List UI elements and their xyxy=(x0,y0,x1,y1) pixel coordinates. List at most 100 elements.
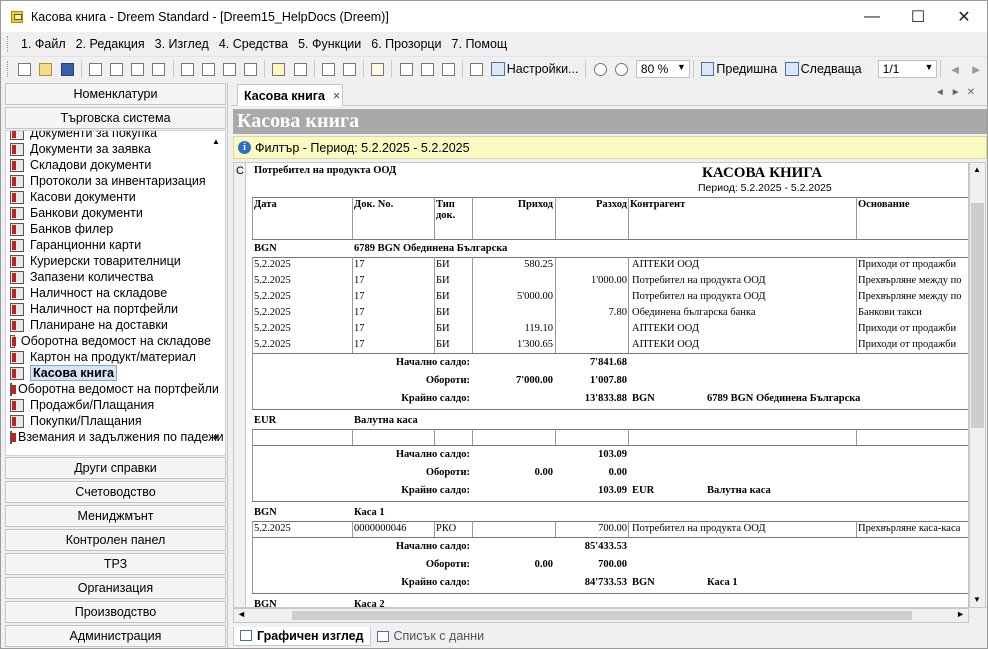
settings-icon[interactable] xyxy=(491,62,505,76)
tab-nav-icon[interactable]: ◄►✕ xyxy=(935,87,981,98)
tab-graphic-view[interactable]: Графичен изглед xyxy=(233,626,371,646)
title-bar[interactable]: Касова книга - Dreem Standard - [Dreem15… xyxy=(1,1,987,32)
sidebar-item[interactable]: Банков филер xyxy=(6,221,211,237)
group-name: Каса 2 xyxy=(354,599,385,608)
sidebar-item[interactable]: Вземания и задължения по падежи xyxy=(6,429,224,445)
report-icon xyxy=(10,270,24,284)
columns-icon[interactable] xyxy=(440,60,457,78)
back-arrow-icon[interactable]: ◄ xyxy=(946,60,963,78)
scroll-up-icon[interactable]: ▲ xyxy=(212,137,220,146)
sidebar-group-accounting[interactable]: Счетоводство xyxy=(5,481,226,503)
scroll-up-icon[interactable]: ▲ xyxy=(973,165,981,174)
sidebar-group-trade-system[interactable]: Търговска система xyxy=(5,107,226,129)
sidebar-item[interactable]: Картон на продукт/материал xyxy=(6,349,211,365)
upload-icon[interactable] xyxy=(242,60,259,78)
help-icon[interactable] xyxy=(369,60,386,78)
sidebar-group-production[interactable]: Производство xyxy=(5,601,226,623)
group-name: Каса 1 xyxy=(354,507,385,518)
sidebar-group-administration[interactable]: Администрация xyxy=(5,625,226,647)
sidebar-item[interactable]: Оборотна ведомост на портфейли xyxy=(6,381,219,397)
report-vertical-scrollbar[interactable]: ▲ ▼ xyxy=(969,162,986,608)
scroll-down-icon[interactable]: ▼ xyxy=(212,433,220,442)
menu-edit[interactable]: 2. Редакция xyxy=(71,37,150,51)
toolbar-separator xyxy=(462,60,464,78)
sidebar-item[interactable]: Документи за покупка xyxy=(6,131,211,141)
sidebar-item-label: Банков филер xyxy=(30,222,114,236)
sidebar-item[interactable]: Наличност на портфейли xyxy=(6,301,211,317)
sidebar-item[interactable]: Планиране на доставки xyxy=(6,317,211,333)
menu-file[interactable]: 1. Файл xyxy=(16,37,71,51)
sidebar-group-payroll[interactable]: ТРЗ xyxy=(5,553,226,575)
minimize-button[interactable]: — xyxy=(849,1,895,32)
sidebar-group-control-panel[interactable]: Контролен панел xyxy=(5,529,226,551)
scroll-left-icon[interactable]: ◄ xyxy=(237,609,246,619)
tab-cash-book[interactable]: Касова книга × xyxy=(237,84,343,106)
close-tab-icon[interactable]: × xyxy=(333,89,340,103)
sidebar-group-nomenclatures[interactable]: Номенклатури xyxy=(5,83,226,105)
sidebar-item[interactable]: Документи за заявка xyxy=(6,141,211,157)
maximize-button[interactable]: ☐ xyxy=(895,1,941,32)
settings-button[interactable]: Настройки... xyxy=(507,62,579,76)
sidebar-item[interactable]: Протоколи за инвентаризация xyxy=(6,173,211,189)
menu-help[interactable]: 7. Помощ xyxy=(447,37,513,51)
sidebar-group-management[interactable]: Мениджмънт xyxy=(5,505,226,527)
prev-page-icon[interactable] xyxy=(700,62,715,76)
zoom-out-icon[interactable] xyxy=(613,60,630,78)
next-page-button[interactable]: Следваща xyxy=(801,62,862,76)
sidebar-item[interactable]: Складови документи xyxy=(6,157,211,173)
menu-view[interactable]: 3. Изглед xyxy=(150,37,214,51)
copy-icon[interactable] xyxy=(108,60,125,78)
next-page-icon[interactable] xyxy=(785,62,799,76)
sidebar-item[interactable]: Запазени количества xyxy=(6,269,211,285)
tree-icon[interactable] xyxy=(292,60,309,78)
sidebar-item[interactable]: Банкови документи xyxy=(6,205,211,221)
tab-data-list[interactable]: Списък с данни xyxy=(371,627,491,646)
print-icon[interactable] xyxy=(178,60,195,78)
forward-arrow-icon[interactable]: ► xyxy=(968,60,985,78)
layout-icon[interactable] xyxy=(397,60,414,78)
export-icon[interactable] xyxy=(221,60,238,78)
scroll-thumb[interactable] xyxy=(292,611,912,620)
new-icon[interactable] xyxy=(16,60,33,78)
sidebar-item[interactable]: Продажби/Плащания xyxy=(6,397,211,413)
scroll-right-icon[interactable]: ► xyxy=(956,609,965,619)
row-reason: Приходи от продажби xyxy=(858,259,957,270)
scroll-thumb[interactable] xyxy=(971,203,984,428)
row-date: 5.2.2025 xyxy=(254,275,291,286)
close-button[interactable]: ✕ xyxy=(941,1,987,32)
menu-windows[interactable]: 6. Прозорци xyxy=(366,37,446,51)
sidebar-item[interactable]: Касова книга xyxy=(6,365,211,381)
clear-icon[interactable] xyxy=(150,60,167,78)
sidebar-item[interactable]: Касови документи xyxy=(6,189,211,205)
prev-page-button[interactable]: Предишна xyxy=(716,62,777,76)
open-icon[interactable] xyxy=(37,60,54,78)
paste-icon[interactable] xyxy=(129,60,146,78)
sidebar-group-other-reports[interactable]: Други справки xyxy=(5,457,226,479)
sidebar-item[interactable]: Гаранционни карти xyxy=(6,237,211,253)
sidebar-item[interactable]: Наличност на складове xyxy=(6,285,211,301)
sidebar-item[interactable]: Куриерски товарителници xyxy=(6,253,211,269)
scroll-down-icon[interactable]: ▼ xyxy=(973,595,981,604)
menu-functions[interactable]: 5. Функции xyxy=(293,37,366,51)
print-preview-icon[interactable] xyxy=(200,60,217,78)
menu-tools[interactable]: 4. Средства xyxy=(214,37,293,51)
zoom-select[interactable]: 80 % ▼ xyxy=(635,60,690,78)
sidebar-item[interactable]: Оборотна ведомост на складове xyxy=(6,333,211,349)
cut-icon[interactable] xyxy=(87,60,104,78)
page-select[interactable]: 1/1 ▼ xyxy=(877,60,938,78)
filter-icon[interactable] xyxy=(270,60,287,78)
sidebar-group-organization[interactable]: Организация xyxy=(5,577,226,599)
turnover-label: Обороти: xyxy=(425,375,470,386)
window-icon[interactable] xyxy=(341,60,358,78)
report-preview[interactable]: C Потребител на продукта ООД КАСОВА КНИГА… xyxy=(233,162,969,608)
report-icon[interactable] xyxy=(468,60,485,78)
refresh-icon[interactable] xyxy=(320,60,337,78)
save-icon[interactable] xyxy=(58,60,75,78)
page-layout-icon[interactable] xyxy=(419,60,436,78)
app-icon[interactable] xyxy=(11,10,23,23)
sidebar-scrollbar[interactable]: ▲ ▼ xyxy=(211,135,221,445)
zoom-in-icon[interactable] xyxy=(591,60,608,78)
sidebar-item[interactable]: Покупки/Плащания xyxy=(6,413,211,429)
report-horizontal-scrollbar[interactable]: ◄ ► xyxy=(233,608,969,623)
filter-bar[interactable]: i Филтър - Период: 5.2.2025 - 5.2.2025 xyxy=(233,136,987,159)
